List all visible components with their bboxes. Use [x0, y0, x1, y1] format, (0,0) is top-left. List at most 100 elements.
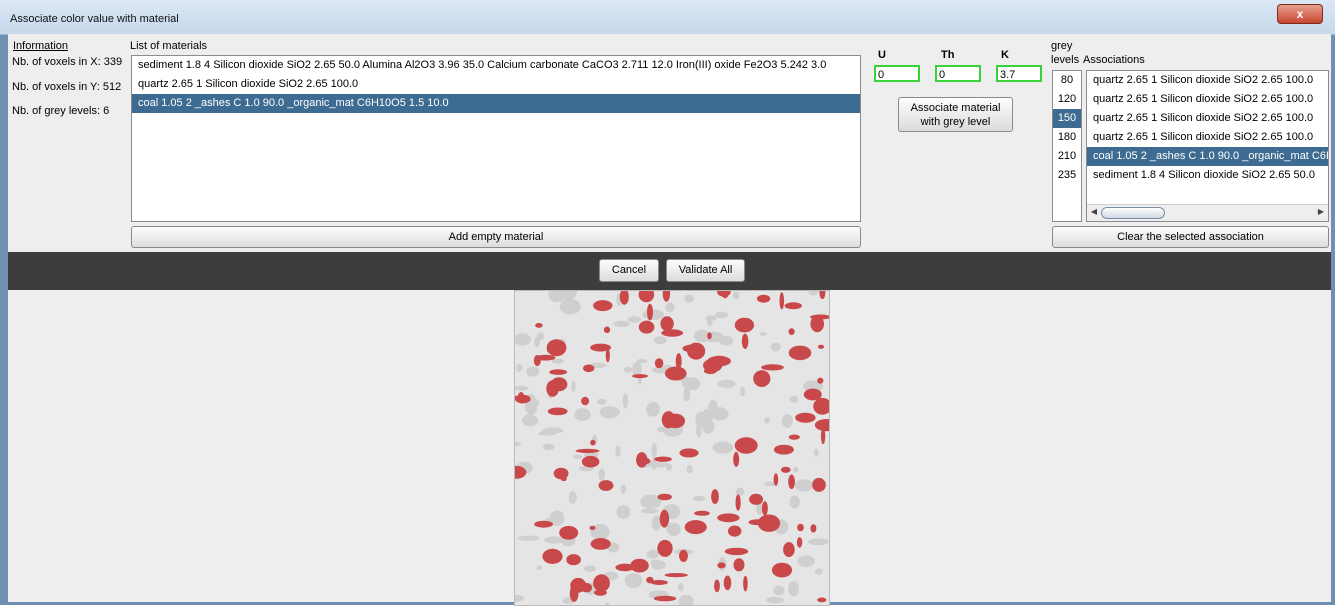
red-material-grain: [560, 476, 567, 482]
materials-list[interactable]: sediment 1.8 4 Silicon dioxide SiO2 2.65…: [131, 55, 861, 222]
grey-grain: [542, 443, 555, 451]
u-field[interactable]: 0: [874, 65, 920, 82]
associate-button-line1: Associate material: [910, 102, 1001, 114]
red-material-grain: [783, 542, 795, 558]
material-item[interactable]: sediment 1.8 4 Silicon dioxide SiO2 2.65…: [132, 56, 860, 75]
k-field[interactable]: 3.7: [996, 65, 1042, 82]
grey-grain: [526, 366, 540, 377]
red-material-grain: [788, 474, 795, 490]
material-item[interactable]: quartz 2.65 1 Silicon dioxide SiO2 2.65 …: [132, 75, 860, 94]
red-material-grain: [657, 539, 673, 557]
grey-levels-heading-2: levels: [1051, 54, 1080, 66]
th-field[interactable]: 0: [935, 65, 981, 82]
red-material-grain: [659, 509, 670, 528]
grey-level-item[interactable]: 210: [1053, 147, 1081, 166]
red-material-grain: [590, 538, 611, 550]
grey-grain: [789, 395, 799, 403]
grey-level-item-selected[interactable]: 150: [1053, 109, 1081, 128]
grey-grain: [764, 417, 770, 424]
grey-grain: [548, 291, 566, 303]
cancel-button[interactable]: Cancel: [599, 259, 659, 282]
grey-grain: [708, 399, 718, 416]
grey-grain: [623, 366, 633, 373]
red-material-grain: [741, 333, 749, 349]
red-material-grain: [650, 580, 668, 585]
red-material-grain: [664, 573, 688, 578]
grey-grain: [650, 559, 663, 565]
grey-grain: [788, 581, 799, 597]
association-item[interactable]: quartz 2.65 1 Silicon dioxide SiO2 2.65 …: [1087, 90, 1328, 109]
grey-level-item[interactable]: 80: [1053, 71, 1081, 90]
grey-grain: [712, 441, 734, 454]
red-material-grain: [817, 344, 825, 349]
red-material-grain: [773, 444, 794, 455]
red-material-grain: [780, 466, 791, 473]
association-item[interactable]: quartz 2.65 1 Silicon dioxide SiO2 2.65 …: [1087, 128, 1328, 147]
red-material-grain: [707, 332, 712, 340]
red-material-grain: [771, 562, 793, 578]
association-item[interactable]: sediment 1.8 4 Silicon dioxide SiO2 2.65…: [1087, 166, 1328, 185]
red-material-grain: [734, 437, 758, 454]
grey-grain: [599, 406, 620, 419]
dialog-content: Information Nb. of voxels in X: 339 Nb. …: [8, 34, 1331, 606]
red-material-grain: [733, 558, 745, 572]
red-material-grain: [581, 396, 590, 406]
grey-grain: [696, 421, 702, 438]
red-material-grain: [694, 510, 710, 516]
grey-grain: [654, 336, 667, 345]
red-material-grain: [590, 439, 596, 446]
close-button[interactable]: x: [1277, 4, 1323, 24]
add-empty-material-button[interactable]: Add empty material: [131, 226, 861, 248]
scroll-left-arrow-icon[interactable]: ◀: [1089, 207, 1099, 217]
association-item-selected[interactable]: coal 1.05 2 _ashes C 1.0 90.0 _organic_m…: [1087, 147, 1328, 166]
red-material-grain: [594, 589, 607, 596]
clear-association-button[interactable]: Clear the selected association: [1052, 226, 1329, 248]
grey-grain: [678, 594, 694, 605]
red-material-grain: [534, 520, 553, 528]
associate-button-line2: with grey level: [920, 116, 991, 128]
scrollbar-thumb[interactable]: [1101, 207, 1165, 219]
grey-grain: [534, 336, 540, 348]
grey-grain: [789, 495, 800, 509]
grey-grain: [770, 342, 781, 352]
association-item[interactable]: quartz 2.65 1 Silicon dioxide SiO2 2.65 …: [1087, 109, 1328, 128]
grey-grain: [808, 291, 819, 296]
association-item[interactable]: quartz 2.65 1 Silicon dioxide SiO2 2.65 …: [1087, 71, 1328, 90]
grey-grain: [515, 333, 532, 346]
red-material-grain: [636, 452, 648, 468]
u-label: U: [878, 49, 886, 61]
red-material-grain: [549, 369, 568, 375]
grey-levels-list[interactable]: 80 120 150 180 210 235: [1052, 70, 1082, 222]
grey-grain: [665, 302, 675, 313]
grey-level-item[interactable]: 120: [1053, 90, 1081, 109]
grey-grain: [682, 377, 701, 391]
grey-grain: [568, 491, 577, 504]
grey-grain: [559, 298, 581, 315]
red-material-grain: [598, 480, 614, 491]
preview-area: [8, 290, 1331, 606]
associations-horizontal-scrollbar[interactable]: ◀ ▶: [1087, 204, 1328, 221]
associations-list[interactable]: quartz 2.65 1 Silicon dioxide SiO2 2.65 …: [1086, 70, 1329, 222]
validate-all-button[interactable]: Validate All: [666, 259, 745, 282]
red-material-grain: [707, 355, 731, 367]
grey-grain: [536, 565, 542, 571]
material-item-selected[interactable]: coal 1.05 2 _ashes C 1.0 90.0 _organic_m…: [132, 94, 860, 113]
grey-level-item[interactable]: 235: [1053, 166, 1081, 185]
red-material-grain: [724, 547, 749, 556]
red-material-grain: [819, 291, 826, 300]
grey-grain: [598, 468, 605, 482]
th-label: Th: [941, 49, 955, 61]
associate-material-button[interactable]: Associate material with grey level: [898, 97, 1013, 132]
grey-grain: [620, 484, 627, 494]
grey-grain: [516, 364, 523, 372]
red-material-grain: [603, 326, 611, 334]
red-material-grain: [753, 370, 771, 387]
grey-grain: [615, 445, 621, 457]
scroll-right-arrow-icon[interactable]: ▶: [1316, 207, 1326, 217]
grey-grain: [704, 412, 724, 419]
red-material-grain: [717, 562, 726, 569]
grey-level-item[interactable]: 180: [1053, 128, 1081, 147]
application-window: Associate color value with material x In…: [0, 0, 1335, 606]
red-material-grain: [547, 407, 568, 416]
grey-grain: [646, 402, 660, 417]
